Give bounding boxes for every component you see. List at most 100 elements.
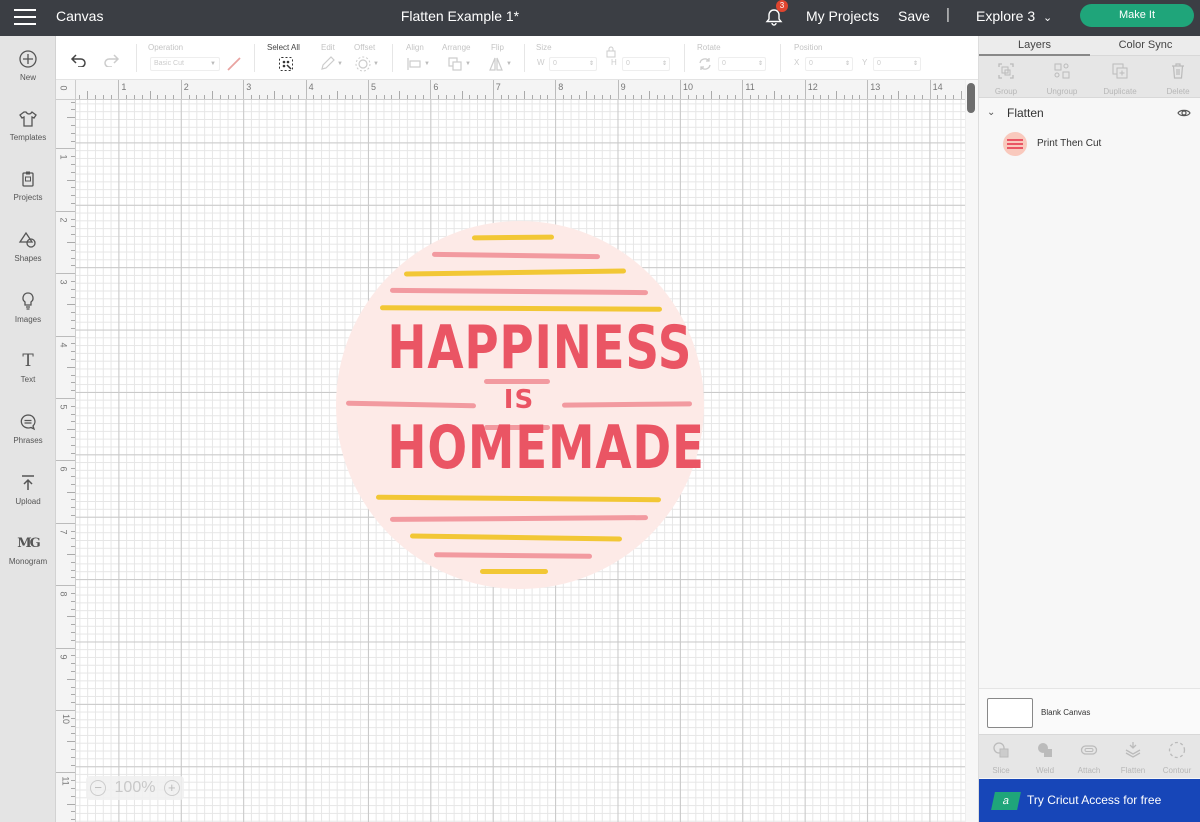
my-projects-link[interactable]: My Projects [806,8,879,24]
eye-icon[interactable] [1177,108,1191,118]
ungroup-button[interactable]: Ungroup [1035,62,1089,96]
caret-down-icon: ▼ [337,61,343,67]
rotate-icon[interactable] [697,56,713,72]
ruler-tick [797,95,798,99]
happiness-is-homemade-design[interactable]: HAPPINESS IS HOMEMADE [336,221,704,589]
vertical-scrollbar[interactable] [965,80,978,822]
document-title[interactable]: Flatten Example 1* [340,8,580,24]
rotate-input[interactable]: 0 ⇕ [718,57,766,71]
ruler-tick [71,671,75,672]
align-button[interactable]: ▼ [406,56,430,72]
machine-selector[interactable]: Explore 3 ⌄ [976,8,1052,24]
blank-canvas-item[interactable]: Blank Canvas [979,688,1200,734]
contour-button[interactable]: Contour [1155,741,1199,775]
trash-icon [1172,63,1184,79]
decorative-stripe [471,234,555,241]
ruler-tick [719,95,720,99]
y-position-input[interactable]: 0 ⇕ [873,57,921,71]
ruler-tick [71,561,75,563]
sidebar-item-phrases[interactable]: Phrases [0,411,56,445]
height-input[interactable]: 0 ⇕ [622,57,670,71]
flip-button[interactable]: ▼ [488,56,512,72]
arrange-button[interactable]: ▼ [447,56,471,72]
ruler-tick [804,80,806,99]
zoom-in-button[interactable]: + [163,780,180,796]
stepper-icon[interactable]: ⇕ [758,58,763,70]
sidebar-item-images[interactable]: Images [0,290,56,324]
offset-label: Offset [354,43,376,52]
scrollbar-thumb[interactable] [967,83,975,113]
ruler-tick [547,95,549,99]
save-button[interactable]: Save [898,8,930,24]
sidebar-item-upload[interactable]: Upload [0,472,56,506]
sidebar-item-new[interactable]: New [0,48,56,82]
duplicate-button[interactable]: Duplicate [1093,62,1147,96]
layer-item[interactable]: Print Then Cut [979,130,1200,158]
cricut-access-banner[interactable]: a Try Cricut Access for free [979,779,1200,822]
sidebar-item-projects[interactable]: Projects [0,168,56,202]
divider [524,44,525,72]
ruler-tick [56,522,75,524]
flip-label: Flip [491,43,504,52]
attach-button[interactable]: Attach [1067,741,1111,775]
ruler-tick [212,91,213,99]
slice-button[interactable]: Slice [979,741,1023,775]
layers-panel: Layers Color Sync Group Ungroup Duplicat… [978,36,1200,822]
ruler-tick [929,80,931,99]
ruler-tick [71,125,75,126]
stepper-icon[interactable]: ⇕ [845,58,850,70]
sidebar-item-monogram[interactable]: MG Monogram [0,532,56,567]
ruler-tick [602,95,603,99]
operation-select[interactable]: Basic Cut ▼ [150,57,220,71]
layer-group-flatten[interactable]: ⌄ Flatten [979,102,1200,126]
size-label: Size [536,43,552,52]
flatten-button[interactable]: Flatten [1111,741,1155,775]
ruler-tick [843,95,845,99]
offset-button[interactable]: ▼ [355,56,379,72]
edit-button[interactable]: ▼ [319,56,343,72]
redo-icon[interactable] [102,52,120,68]
delete-button[interactable]: Delete [1151,62,1200,96]
pen-icon[interactable] [226,56,242,72]
ruler-label: 9 [620,82,626,92]
ruler-tick [430,80,432,99]
tab-color-sync[interactable]: Color Sync [1090,39,1200,51]
layer-thumbnail [1003,132,1027,156]
operation-label: Operation [148,43,184,52]
divider [136,44,137,72]
ruler-tick [71,320,75,321]
ruler-tick [71,639,75,641]
weld-button[interactable]: Weld [1023,741,1067,775]
sidebar-item-text[interactable]: T Text [0,350,56,384]
ruler-label: 10 [683,82,694,92]
sidebar-item-label: Text [20,375,36,384]
width-input[interactable]: 0 ⇕ [549,57,597,71]
ruler-tick [297,95,299,99]
ruler-label: 7 [495,82,501,92]
sidebar-item-shapes[interactable]: Shapes [0,229,56,263]
sidebar-item-templates[interactable]: Templates [0,108,56,142]
stepper-icon[interactable]: ⇕ [662,58,667,70]
ruler-tick [71,811,75,813]
stepper-icon[interactable]: ⇕ [913,58,918,70]
x-position-input[interactable]: 0 ⇕ [805,57,853,71]
menu-icon[interactable] [14,9,36,25]
zoom-out-button[interactable]: − [90,780,107,796]
ruler-tick [165,95,167,99]
divider [254,44,255,72]
chevron-down-icon[interactable]: ⌄ [987,107,995,118]
ruler-tick [633,95,635,99]
decorative-stripe [484,379,550,384]
ruler-tick [664,95,666,99]
select-all-button[interactable] [278,56,294,72]
ruler-tick [859,95,861,99]
ruler-tick [781,95,783,99]
make-it-button[interactable]: Make It [1080,4,1194,27]
group-button[interactable]: Group [979,62,1033,96]
undo-icon[interactable] [70,52,88,68]
sidebar-item-label: Projects [13,193,43,202]
stepper-icon[interactable]: ⇕ [589,58,594,70]
ruler-tick [71,624,75,626]
ruler-tick [71,733,75,735]
tab-layers[interactable]: Layers [979,39,1090,51]
